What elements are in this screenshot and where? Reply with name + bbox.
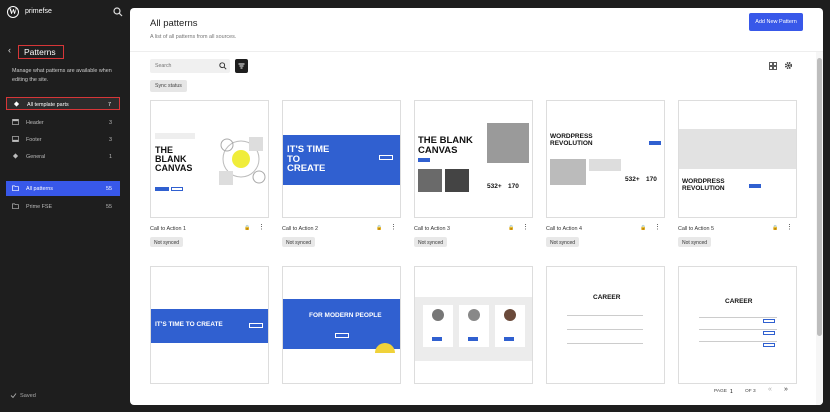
preview-heading: CAREER [593, 294, 621, 301]
preview-stat: 532+ [625, 176, 640, 183]
patterns-main: All patterns A list of all patterns from… [130, 8, 823, 405]
site-name[interactable]: primefse [25, 8, 52, 15]
app: W primefse ‹ Patterns Manage what patter… [0, 0, 830, 412]
pattern-preview-call-to-action-2[interactable]: IT'S TIME TO CREATE [282, 100, 401, 218]
folder-icon [12, 185, 19, 191]
sidebar-item-footer[interactable]: Footer 3 [6, 133, 120, 146]
search-field[interactable]: Search [150, 59, 230, 73]
sidebar-item-label: Footer [26, 136, 42, 143]
sidebar-item-count: 1 [109, 153, 112, 160]
sync-status-badge: Not synced [414, 237, 448, 247]
pattern-preview[interactable] [414, 266, 533, 384]
folder-icon [12, 203, 19, 209]
preview-illustration [219, 137, 266, 185]
pattern-title[interactable]: Call to Action 2 [282, 226, 318, 232]
sync-status-badge: Not synced [282, 237, 316, 247]
cloud-check-icon [10, 393, 17, 399]
sync-status-badge: Not synced [546, 237, 580, 247]
more-options-icon[interactable]: ⋮ [390, 223, 397, 231]
sidebar-item-count: 3 [109, 119, 112, 126]
filter-icon [238, 63, 245, 69]
pagination-previous-button[interactable]: « [768, 386, 772, 393]
gear-icon[interactable] [784, 61, 793, 70]
save-status: Saved [10, 393, 36, 399]
preview-heading: IT'S TIME TO CREATE [287, 144, 330, 174]
sidebar-item-all-patterns[interactable]: All patterns 55 [6, 181, 120, 196]
scrollbar-thumb[interactable] [817, 58, 822, 336]
pagination-page-label: PAGE [714, 389, 727, 394]
sidebar-title: Patterns [18, 45, 64, 59]
sidebar-item-label: All template parts [27, 101, 69, 108]
sidebar-item-label: Header [26, 119, 44, 126]
search-icon[interactable] [113, 7, 123, 17]
more-options-icon[interactable]: ⋮ [654, 223, 661, 231]
sidebar-item-label: All patterns [26, 185, 53, 192]
grid-view-icon[interactable] [769, 62, 777, 70]
sidebar-item-prime-fse[interactable]: Prime FSE 55 [6, 200, 120, 213]
more-options-icon[interactable]: ⋮ [258, 223, 265, 231]
pattern-title[interactable]: Call to Action 4 [546, 226, 582, 232]
pattern-title[interactable]: Call to Action 3 [414, 226, 450, 232]
more-options-icon[interactable]: ⋮ [522, 223, 529, 231]
sidebar-item-general[interactable]: General 1 [6, 150, 120, 163]
preview-heading: THE BLANK CANVAS [418, 135, 473, 156]
sidebar-description: Manage what patterns are available when … [12, 68, 112, 83]
preview-heading: CAREER [725, 298, 753, 305]
pattern-preview[interactable]: CAREER [546, 266, 665, 384]
pagination-next-button[interactable]: » [784, 386, 788, 393]
back-chevron-icon[interactable]: ‹ [8, 45, 11, 55]
page-header: All patterns A list of all patterns from… [130, 8, 823, 52]
pattern-title[interactable]: Call to Action 1 [150, 226, 186, 232]
page-title: All patterns [150, 18, 198, 29]
preview-heading: IT'S TIME TO CREATE [155, 321, 223, 328]
preview-stat: 532+ [487, 183, 502, 190]
pattern-preview[interactable]: CAREER [678, 266, 797, 384]
sync-status-badge: Not synced [678, 237, 712, 247]
filter-button[interactable] [235, 59, 248, 73]
sync-status-filter-chip[interactable]: Sync status [150, 80, 187, 92]
lock-icon: 🔒 [640, 225, 647, 231]
sidebar-item-count: 3 [109, 136, 112, 143]
search-input[interactable]: Search [155, 63, 171, 69]
sync-status-badge: Not synced [150, 237, 184, 247]
header-icon [12, 119, 19, 125]
general-icon [12, 153, 19, 159]
pattern-preview-call-to-action-5[interactable]: WORDPRESS REVOLUTION [678, 100, 797, 218]
lock-icon: 🔒 [772, 225, 779, 231]
pagination-page-select[interactable]: 1 [730, 389, 733, 395]
add-new-pattern-button[interactable]: Add New Pattern [749, 13, 803, 31]
pattern-preview-call-to-action-3[interactable]: THE BLANK CANVAS 532+ 170 [414, 100, 533, 218]
preview-heading: WORDPRESS REVOLUTION [550, 133, 593, 147]
sidebar-item-header[interactable]: Header 3 [6, 116, 120, 129]
lock-icon: 🔒 [376, 225, 383, 231]
pattern-preview-call-to-action-4[interactable]: WORDPRESS REVOLUTION 532+ 170 [546, 100, 665, 218]
pattern-preview[interactable]: IT'S TIME TO CREATE [150, 266, 269, 384]
sidebar-item-count: 7 [108, 101, 111, 108]
page-description: A list of all patterns from all sources. [150, 34, 237, 40]
preview-stat: 170 [646, 176, 657, 183]
sidebar-item-label: General [26, 153, 46, 160]
preview-heading: THE BLANK CANVAS [155, 145, 193, 173]
sidebar-item-count: 55 [106, 203, 112, 210]
sidebar-item-count: 55 [106, 185, 112, 192]
sidebar-item-all-template-parts[interactable]: All template parts 7 [6, 97, 120, 110]
more-options-icon[interactable]: ⋮ [786, 223, 793, 231]
pagination-total: OF 3 [745, 389, 756, 394]
lock-icon: 🔒 [508, 225, 515, 231]
pattern-title[interactable]: Call to Action 5 [678, 226, 714, 232]
pattern-preview-call-to-action-1[interactable]: THE BLANK CANVAS [150, 100, 269, 218]
preview-heading: WORDPRESS REVOLUTION [682, 178, 725, 192]
template-parts-icon [13, 101, 20, 107]
wordpress-logo-icon[interactable]: W [7, 6, 19, 18]
lock-icon: 🔒 [244, 225, 251, 231]
sidebar: W primefse ‹ Patterns Manage what patter… [0, 0, 130, 412]
save-status-label: Saved [20, 393, 36, 399]
preview-stat: 170 [508, 183, 519, 190]
footer-icon [12, 136, 19, 142]
preview-heading: FOR MODERN PEOPLE [309, 312, 382, 319]
pattern-preview[interactable]: FOR MODERN PEOPLE [282, 266, 401, 384]
sidebar-item-label: Prime FSE [26, 203, 53, 210]
search-icon[interactable] [219, 61, 227, 70]
